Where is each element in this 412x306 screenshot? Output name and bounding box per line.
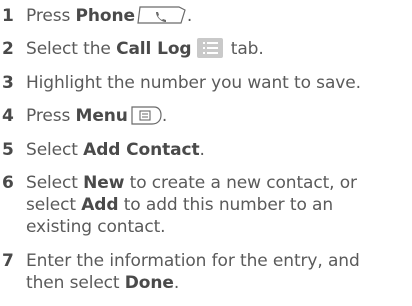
step-number: 6: [2, 173, 14, 193]
step-text: Press Phone.: [26, 5, 412, 31]
step-text: Enter the information for the entry, and…: [26, 250, 412, 294]
menu-key-icon: [130, 106, 162, 131]
step-line: then select Done.: [26, 273, 180, 293]
add-contact-label: Add Contact: [83, 140, 200, 160]
step-line: select Add to add this number to an: [26, 195, 334, 215]
done-label: Done: [124, 273, 174, 293]
step-number: 5: [2, 140, 14, 160]
step-line: existing contact.: [26, 217, 166, 237]
step-line: Select New to create a new contact, or: [26, 173, 357, 193]
add-label: Add: [81, 195, 119, 215]
new-label: New: [83, 173, 125, 193]
step-text: Select Add Contact.: [26, 140, 205, 160]
call-log-tab-icon: [193, 38, 225, 64]
step-number: 2: [2, 39, 14, 59]
call-log-label: Call Log: [116, 39, 192, 59]
step-number: 7: [2, 251, 14, 271]
step-text: Select the Call Log tab.: [26, 38, 412, 64]
step-text: Highlight the number you want to save.: [26, 73, 361, 93]
step-number: 3: [2, 73, 14, 93]
step-number: 4: [2, 106, 14, 126]
phone-key-label: Phone: [75, 6, 135, 26]
phone-key-icon: [137, 6, 187, 31]
menu-key-label: Menu: [75, 106, 128, 126]
step-text: Select New to create a new contact, or s…: [26, 172, 412, 238]
step-text: Press Menu.: [26, 105, 412, 131]
step-number: 1: [2, 6, 14, 26]
step-line: Enter the information for the entry, and: [26, 251, 360, 271]
